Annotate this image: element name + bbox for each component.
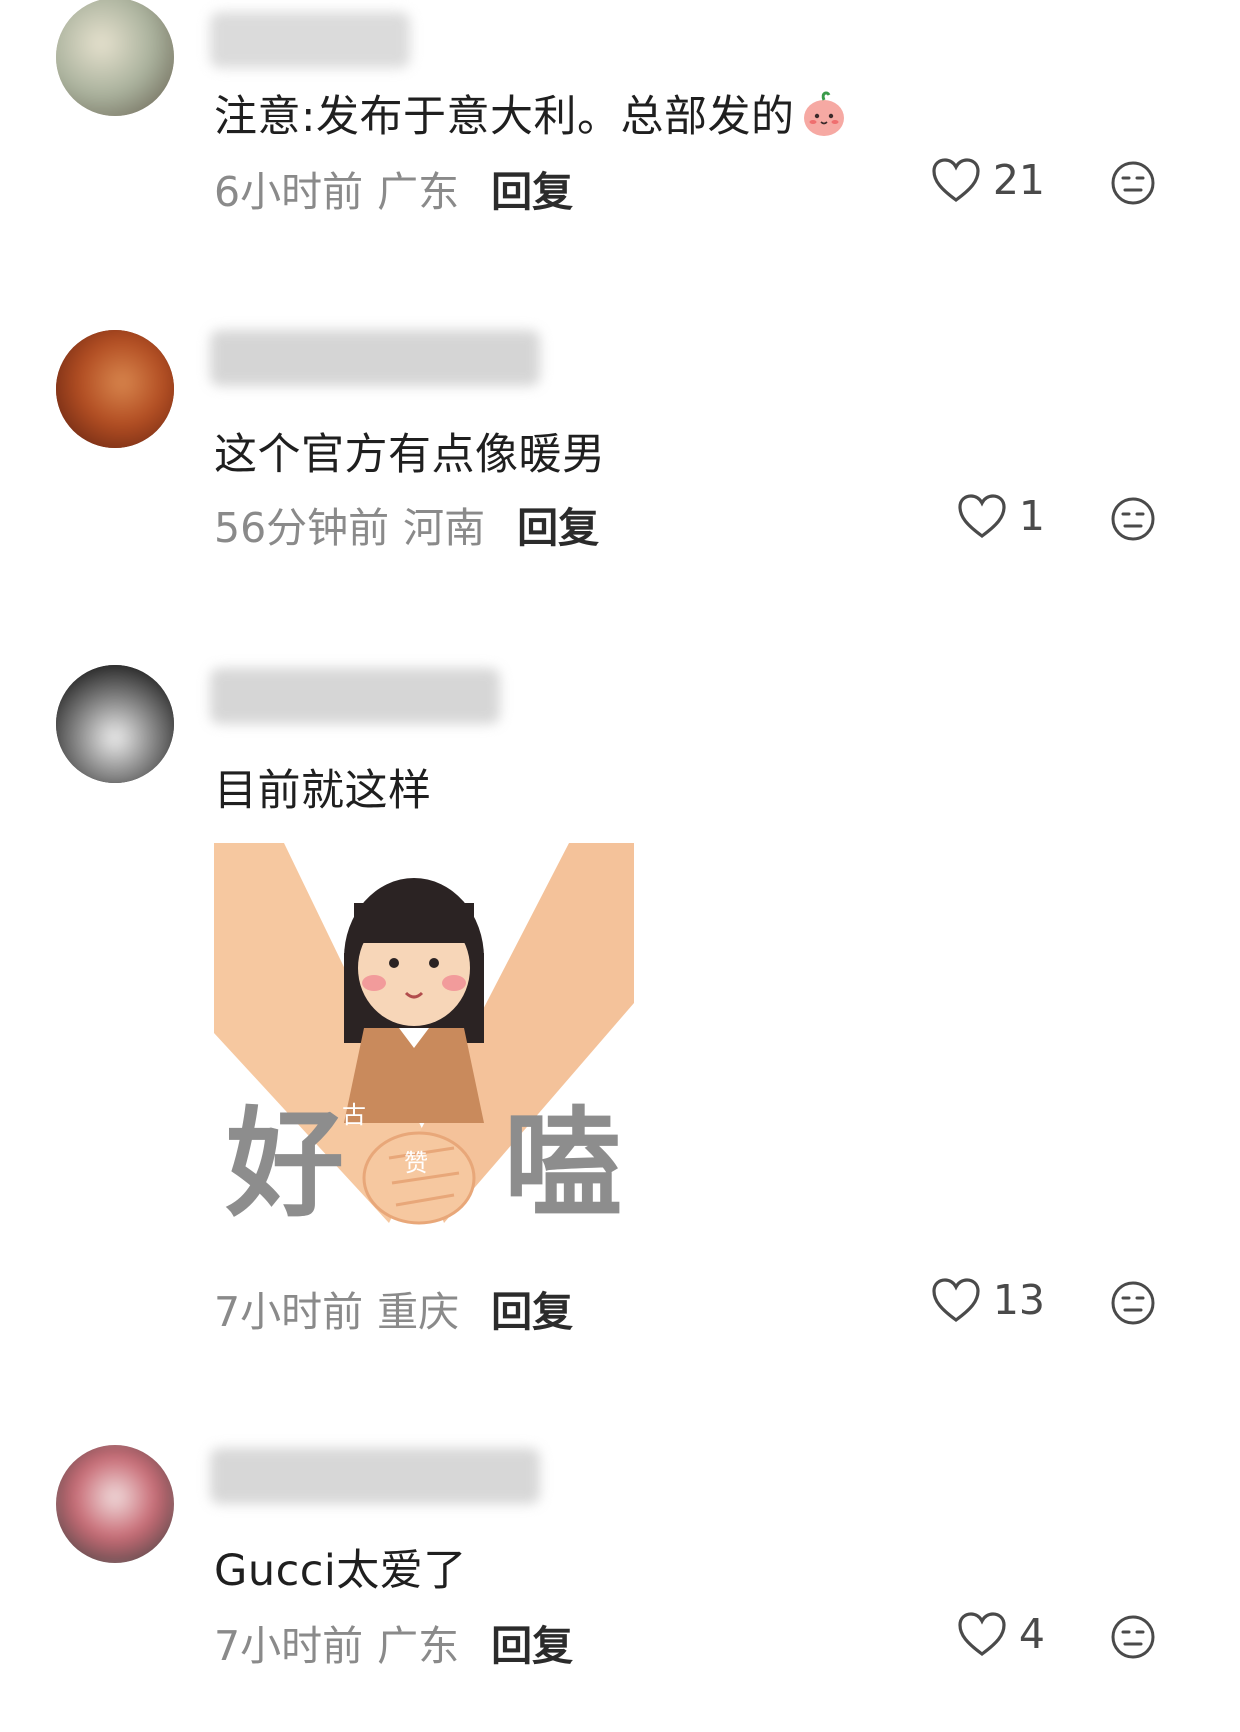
like-count: 13 <box>992 1276 1045 1324</box>
comment-time: 6小时前 <box>214 168 364 216</box>
sticker-left-char: 好 <box>226 1095 345 1233</box>
like-button[interactable]: 21 <box>931 156 1045 204</box>
sticker-image[interactable]: 好 嗑 古 赞 <box>214 843 634 1253</box>
neutral-face-icon[interactable] <box>1110 496 1156 542</box>
comment-time: 7小时前 <box>214 1622 364 1670</box>
like-count: 4 <box>1018 1610 1045 1658</box>
comment-location: 河南 <box>403 504 486 552</box>
sticker-right-char: 嗑 <box>504 1095 623 1233</box>
like-button[interactable]: 13 <box>931 1276 1045 1324</box>
like-button[interactable]: 1 <box>957 492 1045 540</box>
comment-text: 这个官方有点像暖男 <box>214 430 606 480</box>
heart-outline-icon <box>932 158 980 202</box>
sticker-small-char: 赞 <box>404 1149 428 1177</box>
comment-meta: 7小时前 重庆 回复 <box>214 1278 573 1338</box>
reply-button[interactable]: 回复 <box>491 1278 573 1338</box>
comment-text: 目前就这样 <box>214 766 432 816</box>
comment-location: 重庆 <box>377 1288 460 1336</box>
comment-text: 注意:发布于意大利。总部发的 <box>214 82 849 144</box>
comment-meta: 6小时前 广东 回复 <box>214 158 573 218</box>
heart-outline-icon <box>932 1278 980 1322</box>
comment-text-content: 注意:发布于意大利。总部发的 <box>214 92 795 142</box>
like-count: 1 <box>1018 492 1045 540</box>
neutral-face-icon[interactable] <box>1110 1614 1156 1660</box>
reply-button[interactable]: 回复 <box>491 158 573 218</box>
heart-outline-icon <box>958 1612 1006 1656</box>
username-blurred[interactable] <box>210 330 540 386</box>
comment-meta: 56分钟前 河南 回复 <box>214 494 599 554</box>
username-blurred[interactable] <box>210 1448 540 1504</box>
sticker-small-char: 古 <box>342 1101 366 1129</box>
avatar[interactable] <box>56 665 174 783</box>
heart-outline-icon <box>958 494 1006 538</box>
neutral-face-icon[interactable] <box>1110 1280 1156 1326</box>
reply-button[interactable]: 回复 <box>491 1612 573 1672</box>
comment-meta: 7小时前 广东 回复 <box>214 1612 573 1672</box>
peach-face-emoji-icon <box>803 91 844 136</box>
avatar[interactable] <box>56 1445 174 1563</box>
username-blurred[interactable] <box>210 668 500 724</box>
like-button[interactable]: 4 <box>957 1610 1045 1658</box>
avatar[interactable] <box>56 0 174 116</box>
comment-text: Gucci太爱了 <box>214 1546 467 1596</box>
like-count: 21 <box>992 156 1045 204</box>
username-blurred[interactable] <box>210 12 410 68</box>
comment-time: 7小时前 <box>214 1288 364 1336</box>
comment-time: 56分钟前 <box>214 504 390 552</box>
comment-location: 广东 <box>377 1622 460 1670</box>
avatar[interactable] <box>56 330 174 448</box>
comment-location: 广东 <box>377 168 460 216</box>
neutral-face-icon[interactable] <box>1110 160 1156 206</box>
reply-button[interactable]: 回复 <box>517 494 599 554</box>
